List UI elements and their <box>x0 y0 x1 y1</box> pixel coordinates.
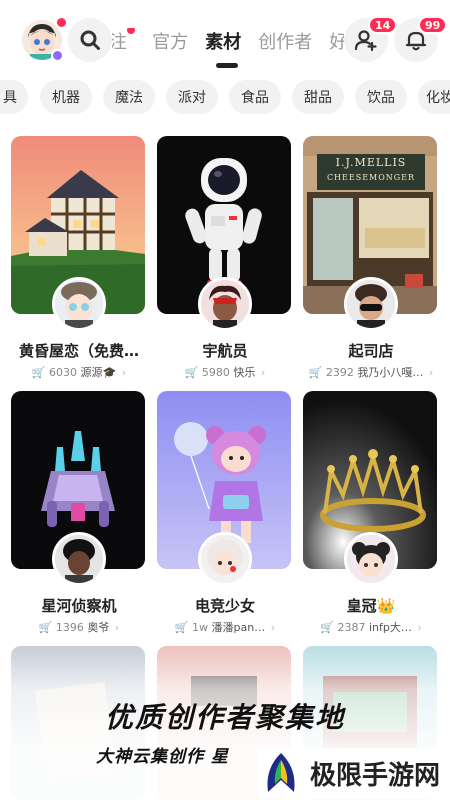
chevron-right-icon: › <box>121 366 127 379</box>
category-chip[interactable]: 派对 <box>166 80 218 114</box>
card-meta: 🛒 5980 快乐 › <box>157 364 293 380</box>
material-card[interactable]: 黄昏屋恋（免费… 🛒 6030 源源🎓 › <box>11 136 147 386</box>
cart-icon: 🛒 <box>184 366 199 379</box>
card-title: 星河侦察机 <box>41 597 117 615</box>
avatar-status-icon <box>51 49 64 62</box>
tab-official[interactable]: 官方 <box>152 28 188 54</box>
promo-subtitle: 大神云集创作 星 <box>96 747 229 767</box>
tab-friends[interactable]: 好 <box>329 28 344 54</box>
search-icon <box>80 30 100 50</box>
card-title: 皇冠👑 <box>346 597 396 615</box>
category-chip[interactable]: 食品 <box>229 80 281 114</box>
card-title: 电竞少女 <box>194 597 255 615</box>
tab-following[interactable]: 注 <box>112 28 135 54</box>
user-avatar[interactable] <box>22 18 66 62</box>
cart-icon: 🛒 <box>308 366 323 379</box>
avatar-notification-dot <box>57 18 66 27</box>
category-chip[interactable]: 魔法 <box>103 80 155 114</box>
creator-avatar[interactable] <box>198 532 252 586</box>
notifications-button[interactable]: 99 <box>394 16 448 62</box>
creator-avatar[interactable] <box>344 277 398 331</box>
card-count: 6030 <box>49 366 78 379</box>
active-tab-indicator <box>216 63 238 68</box>
card-title: 黄昏屋恋（免费… <box>18 342 139 360</box>
creator-avatar[interactable] <box>344 532 398 586</box>
tab-creators[interactable]: 创作者 <box>258 28 312 54</box>
card-count: 2392 <box>325 366 354 379</box>
notifications-badge: 99 <box>418 16 448 34</box>
material-card[interactable]: 星河侦察机 🛒 1396 奥爷 › <box>11 391 147 641</box>
card-author[interactable]: 源源🎓 <box>81 366 117 379</box>
material-card[interactable]: 皇冠👑 🛒 2387 infp大… › <box>303 391 439 641</box>
tab-notification-dot <box>127 28 135 34</box>
shop-sign-line1: I.J.MELLIS <box>335 156 407 169</box>
chevron-right-icon: › <box>260 366 266 379</box>
friends-badge: 14 <box>368 16 398 34</box>
category-chip[interactable]: 饮品 <box>355 80 407 114</box>
category-chip[interactable]: 机器 <box>40 80 92 114</box>
category-chip[interactable]: 化妆 <box>418 80 450 114</box>
promo-title: 优质创作者聚集地 <box>104 701 345 734</box>
category-chip[interactable]: 甜品 <box>292 80 344 114</box>
chevron-right-icon: › <box>428 366 434 379</box>
creator-avatar[interactable] <box>198 277 252 331</box>
tab-materials[interactable]: 素材 <box>205 28 241 54</box>
material-card[interactable]: 宇航员 🛒 5980 快乐 › <box>157 136 293 386</box>
brand-watermark: 极限手游网 <box>258 748 449 798</box>
card-count: 5980 <box>201 366 230 379</box>
feed-tabs: 注 官方 素材 创作者 好 <box>112 28 344 58</box>
cart-icon: 🛒 <box>31 366 46 379</box>
category-chips: 具 机器 魔法 派对 食品 甜品 饮品 化妆 <box>0 80 450 116</box>
shop-sign-line2: CHEESEMONGER <box>326 173 416 182</box>
category-chip[interactable]: 具 <box>0 80 28 114</box>
card-meta: 🛒 2392 我乃小八嘎… › <box>303 364 439 380</box>
brand-logo-icon <box>267 753 295 792</box>
card-title: 宇航员 <box>202 342 248 360</box>
card-meta: 🛒 6030 源源🎓 › <box>11 364 147 380</box>
material-card[interactable]: I.J.MELLIS CHEESEMONGER 起司店 🛒 2392 我乃小八嘎… <box>303 136 439 386</box>
card-author[interactable]: 快乐 <box>233 366 255 379</box>
material-card[interactable]: 电竞少女 🛒 1w 潘潘pan… › <box>157 391 293 641</box>
add-friend-button[interactable]: 14 <box>344 16 398 62</box>
card-author[interactable]: 我乃小八嘎… <box>357 366 423 379</box>
top-bar: 注 官方 素材 创作者 好 14 99 <box>0 0 450 70</box>
brand-name: 极限手游网 <box>310 760 441 791</box>
creator-avatar[interactable] <box>52 277 106 331</box>
card-title: 起司店 <box>348 342 394 360</box>
creator-avatar[interactable] <box>52 532 106 586</box>
search-button[interactable] <box>68 18 112 62</box>
